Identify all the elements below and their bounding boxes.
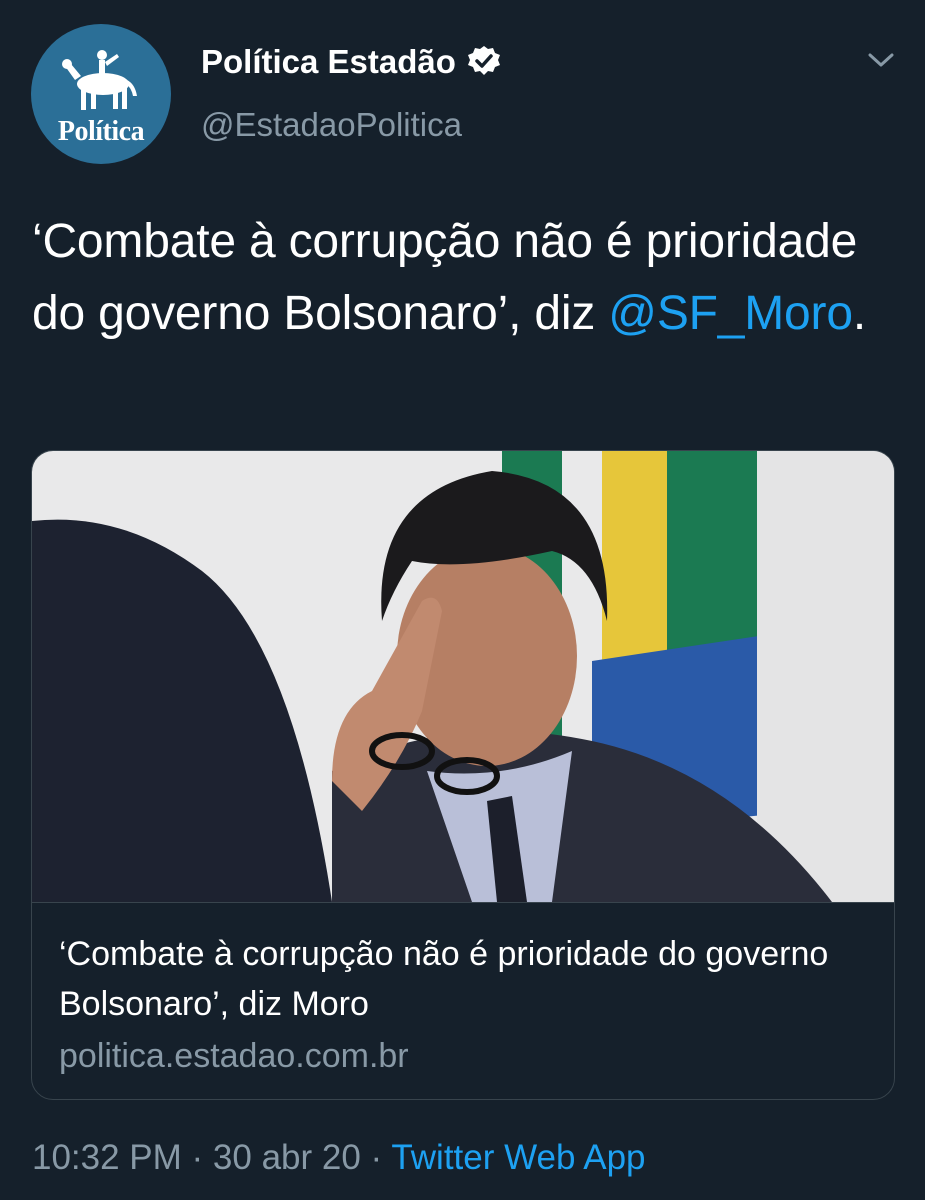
verified-badge-icon xyxy=(467,46,500,75)
tweet-text-part: . xyxy=(852,287,866,340)
mention-link[interactable]: @SF_Moro xyxy=(608,287,853,340)
chevron-down-icon[interactable] xyxy=(866,50,896,70)
card-title[interactable]: ‘Combate à corrupção não é prioridade do… xyxy=(59,929,869,1029)
card-domain: politica.estadao.com.br xyxy=(59,1037,409,1075)
avatar[interactable]: Política xyxy=(31,24,171,164)
tweet-date[interactable]: 30 abr 20 xyxy=(213,1138,361,1177)
tweet-source-link[interactable]: Twitter Web App xyxy=(391,1138,645,1177)
display-name[interactable]: Política Estadão xyxy=(201,43,456,81)
card-divider xyxy=(32,902,894,903)
link-card[interactable]: ‘Combate à corrupção não é prioridade do… xyxy=(31,450,895,1100)
account-handle[interactable]: @EstadaoPolitica xyxy=(201,106,462,144)
meta-separator: · xyxy=(181,1138,213,1177)
tweet-meta: 10:32 PM · 30 abr 20 · Twitter Web App xyxy=(32,1134,646,1182)
meta-separator: · xyxy=(360,1138,392,1177)
tweet-text: ‘Combate à corrupção não é prioridade do… xyxy=(32,206,902,350)
card-photo[interactable] xyxy=(32,451,894,902)
display-name-row[interactable]: Política Estadão xyxy=(201,42,502,82)
avatar-label: Política xyxy=(57,116,145,147)
tweet-time[interactable]: 10:32 PM xyxy=(32,1138,182,1177)
